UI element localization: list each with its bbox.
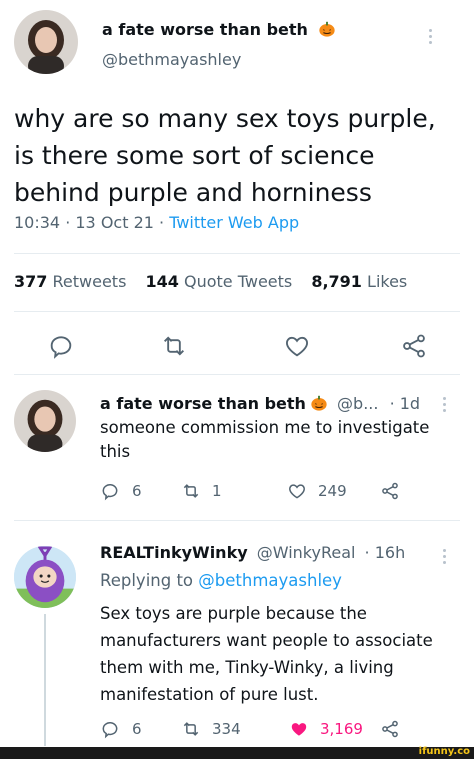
tweet-text-line: is there some sort of science [14,141,375,170]
reply-text-line: someone commission me to investigate [100,418,430,437]
avatar[interactable] [14,10,78,74]
like-icon [289,484,305,499]
share-icon [382,482,398,500]
display-name-text[interactable]: a fate worse than beth [102,20,308,39]
reply-button[interactable]: 6 [100,719,142,739]
reply-text-line: them with me, Tinky-Winky, a living [100,658,394,677]
reply-icon [50,336,72,359]
like-icon [286,336,308,357]
replying-prefix: Replying to [100,571,199,590]
retweet-icon [183,484,199,498]
display-name[interactable]: a fate worse than beth [102,20,336,39]
reply-text-line: manifestation of pure lust. [100,685,319,704]
timestamp[interactable]: 10:34 · 13 Oct 21 · [14,213,169,232]
share-button[interactable] [380,481,400,501]
retweet-count: 1 [212,482,222,500]
likes-stat[interactable]: 8,791 Likes [311,272,407,291]
share-icon [403,334,425,358]
share-button[interactable] [380,719,400,739]
reply-text-line: Sex toys are purple because the [100,604,367,623]
share-icon [382,720,398,738]
share-button[interactable] [400,332,428,360]
tweet-age[interactable]: · 16h [365,543,406,562]
reply-header: a fate worse than beth @b... · 1d [100,394,420,413]
quotes-stat[interactable]: 144 Quote Tweets [146,272,293,291]
tweet-meta: 10:34 · 13 Oct 21 · Twitter Web App [14,213,299,232]
reply-header: REALTinkyWinky @WinkyReal · 16h [100,543,405,562]
more-icon[interactable] [429,26,433,47]
more-icon[interactable] [443,546,447,567]
quotes-label: Quote Tweets [184,272,293,291]
reply-text: someone commission me to investigate thi… [100,416,429,464]
pumpkin-emoji [311,395,327,411]
client-link[interactable]: Twitter Web App [169,213,299,232]
watermark: ifunny.co [418,746,470,757]
retweet-button[interactable]: 334 [180,719,241,739]
divider [14,311,460,312]
display-name[interactable]: REALTinkyWinky [100,543,248,562]
avatar[interactable] [14,390,76,452]
retweet-icon [164,336,184,356]
divider [14,374,460,375]
reply-thread-line [44,614,46,746]
reply-button[interactable]: 6 [100,481,142,501]
likes-label: Likes [367,272,408,291]
retweet-count: 334 [212,720,241,738]
reply-text-line: this [100,442,131,461]
quotes-count: 144 [145,272,179,291]
reply-icon [102,484,118,501]
retweet-button[interactable] [160,332,188,360]
footer-bar: ifunny.co [0,746,474,759]
like-icon [291,723,307,736]
retweets-label: Retweets [52,272,127,291]
replying-to: Replying to @bethmayashley [100,571,342,590]
reply-text: Sex toys are purple because the manufact… [100,600,433,708]
pumpkin-emoji [318,21,335,37]
handle[interactable]: @WinkyReal [257,543,356,562]
divider [14,253,460,254]
like-button[interactable]: 249 [286,481,347,501]
more-icon[interactable] [443,394,447,415]
reply-count: 6 [132,720,142,738]
reply-text-line: manufacturers want people to associate [100,631,433,650]
replying-to-link[interactable]: @bethmayashley [198,571,342,590]
display-name[interactable]: a fate worse than beth [100,394,306,413]
reply-button[interactable] [47,332,75,360]
likes-count: 8,791 [311,272,362,291]
like-button[interactable] [283,332,311,360]
divider [14,520,460,521]
reply-icon [102,722,118,739]
handle[interactable]: @b... [337,394,378,413]
retweet-icon [183,722,199,736]
tweet-text-line: behind purple and horniness [14,178,372,207]
like-count: 249 [318,482,347,500]
reply-count: 6 [132,482,142,500]
tweet-text: why are so many sex toys purple, is ther… [14,100,436,211]
tweet-text-line: why are so many sex toys purple, [14,104,436,133]
handle[interactable]: @bethmayashley [102,50,241,69]
retweets-count: 377 [14,272,48,291]
avatar[interactable] [14,546,76,608]
like-button[interactable]: 3,169 [288,719,363,739]
retweet-button[interactable]: 1 [180,481,222,501]
stats-row: 377 Retweets 144 Quote Tweets 8,791 Like… [14,272,407,291]
tweet-age[interactable]: · 1d [390,394,421,413]
retweets-stat[interactable]: 377 Retweets [14,272,126,291]
like-count: 3,169 [320,720,363,738]
